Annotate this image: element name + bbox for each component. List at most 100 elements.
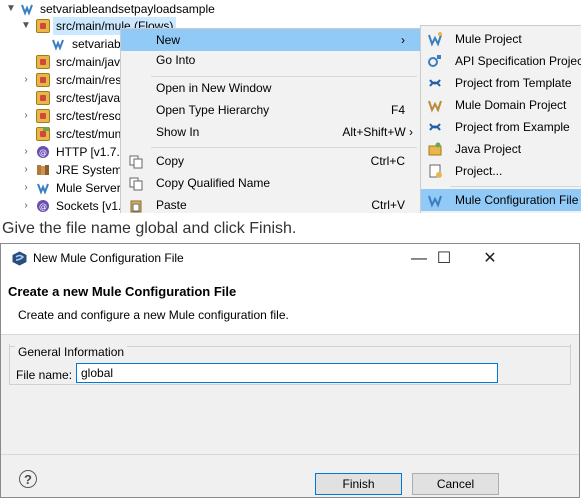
- submenu-arrow-icon: ›: [401, 33, 405, 47]
- group-legend: General Information: [18, 345, 125, 359]
- tree-collapsed-icon[interactable]: ›: [21, 179, 31, 197]
- paste-icon: [129, 198, 143, 213]
- close-button[interactable]: ✕: [467, 244, 513, 273]
- dialog-title: New Mule Configuration File: [33, 251, 184, 265]
- mule-config-icon: [427, 192, 443, 208]
- dialog-heading: Create a new Mule Configuration File: [8, 284, 237, 299]
- menu-item-open-in-new-window[interactable]: Open in New Window: [121, 77, 421, 99]
- submenu-item-mule-project[interactable]: Mule Project: [421, 28, 581, 50]
- submenu-item-mule-domain-project[interactable]: Mule Domain Project: [421, 94, 581, 116]
- menu-item-shortcut: F4: [390, 103, 405, 117]
- menu-item-label: Paste: [156, 198, 187, 212]
- connector-icon: @: [36, 199, 50, 213]
- submenu-item-label: Project...: [455, 164, 503, 178]
- tree-item-label: src/test/munit: [56, 127, 128, 141]
- dialog-banner: Create a new Mule Configuration File Cre…: [1, 273, 579, 335]
- submenu-item-label: API Specification Project: [455, 54, 581, 68]
- menu-item-copy[interactable]: Copy Ctrl+C: [121, 150, 421, 172]
- api-spec-icon: [427, 53, 443, 69]
- mule-domain-icon: [427, 97, 443, 113]
- menu-separator: [151, 147, 417, 148]
- menu-item-new[interactable]: New ›: [121, 29, 421, 51]
- group-border: [9, 346, 15, 347]
- menu-item-shortcut: Ctrl+C: [370, 154, 405, 168]
- submenu-item-project-from-example[interactable]: Project from Example: [421, 116, 581, 138]
- menu-item-label: Open in New Window: [156, 81, 272, 95]
- mule-file-icon: [51, 37, 65, 51]
- svg-text:@: @: [39, 202, 47, 211]
- source-folder-icon: [36, 91, 50, 105]
- mule-runtime-icon: [36, 181, 50, 195]
- maximize-button[interactable]: ☐: [421, 244, 467, 273]
- tree-collapsed-icon[interactable]: ›: [21, 143, 31, 161]
- tree-collapsed-icon[interactable]: ›: [21, 161, 31, 179]
- project-icon: [427, 163, 443, 179]
- menu-item-open-type-hierarchy[interactable]: Open Type Hierarchy F4: [121, 99, 421, 121]
- menu-item-label: Open Type Hierarchy: [156, 103, 270, 117]
- help-button[interactable]: ?: [19, 470, 37, 488]
- new-mule-config-dialog: New Mule Configuration File — ☐ ✕ Create…: [0, 243, 580, 498]
- library-icon: [36, 163, 50, 177]
- submenu-item-java-project[interactable]: Java Project: [421, 138, 581, 160]
- tree-item-label: setvariab: [72, 37, 121, 51]
- source-folder-icon: [36, 55, 50, 69]
- tree-item-label: Mule Server: [56, 181, 121, 195]
- submenu-item-label: Project from Example: [455, 120, 570, 134]
- copy-icon: [129, 154, 143, 169]
- menu-item-label: Show In: [156, 125, 200, 139]
- menu-item-shortcut: Ctrl+V: [371, 198, 405, 212]
- template-icon: [427, 75, 443, 91]
- menu-item-go-into[interactable]: Go Into: [121, 49, 421, 71]
- tree-collapsed-icon[interactable]: ›: [21, 197, 31, 213]
- menu-item-paste[interactable]: Paste Ctrl+V: [121, 194, 421, 213]
- cancel-button[interactable]: Cancel: [412, 473, 499, 495]
- file-name-input[interactable]: [76, 363, 498, 383]
- submenu-item-label: Project from Template: [455, 76, 572, 90]
- dialog-description: Create and configure a new Mule configur…: [18, 308, 289, 322]
- source-folder-icon: [36, 73, 50, 87]
- tree-expanded-icon[interactable]: ▼: [6, 0, 16, 18]
- source-folder-icon: [36, 127, 50, 141]
- tree-item-label: src/main/java: [56, 55, 127, 69]
- finish-button[interactable]: Finish: [315, 473, 402, 495]
- svg-text:@: @: [39, 148, 47, 157]
- dialog-titlebar[interactable]: New Mule Configuration File — ☐ ✕: [1, 244, 579, 273]
- context-menu: New › Go Into Open in New Window Open Ty…: [120, 28, 422, 213]
- example-icon: [427, 119, 443, 135]
- tree-item-label: src/test/java: [56, 91, 121, 105]
- source-folder-icon: [36, 109, 50, 123]
- studio-app-icon: [12, 251, 27, 266]
- menu-item-show-in[interactable]: Show In Alt+Shift+W ›: [121, 121, 421, 143]
- submenu-item-label: Mule Configuration File: [455, 193, 579, 207]
- menu-item-label: Copy: [156, 154, 185, 168]
- menu-item-copy-qualified-name[interactable]: Copy Qualified Name: [121, 172, 421, 194]
- submenu-item-project[interactable]: Project...: [421, 160, 581, 182]
- ide-screenshot: ▼ setvariableandsetpayloadsample ▼ src/m…: [0, 0, 581, 213]
- mule-project-icon: [427, 31, 443, 47]
- submenu-item-mule-configuration-file[interactable]: Mule Configuration File: [421, 189, 581, 211]
- menu-item-label: New: [156, 33, 181, 47]
- menu-item-label: Go Into: [156, 53, 196, 67]
- connector-icon: @: [36, 145, 50, 159]
- new-submenu: Mule Project API Specification Project P…: [420, 25, 581, 213]
- instruction-text: Give the file name global and click Fini…: [2, 220, 297, 237]
- tree-item-label: HTTP [v1.7.1]: [56, 145, 130, 159]
- mule-project-icon: [20, 2, 34, 16]
- menu-item-shortcut: Alt+Shift+W ›: [342, 125, 413, 139]
- menu-item-label: Copy Qualified Name: [156, 176, 271, 190]
- copy-qualified-icon: [129, 176, 143, 191]
- submenu-item-label: Mule Domain Project: [455, 98, 567, 112]
- tree-collapsed-icon[interactable]: ›: [21, 107, 31, 125]
- footer-divider: [1, 454, 579, 455]
- file-name-label: File name:: [16, 368, 73, 382]
- group-border: [127, 346, 570, 347]
- submenu-item-label: Java Project: [455, 142, 522, 156]
- tree-collapsed-icon[interactable]: ›: [21, 71, 31, 89]
- tree-expanded-icon[interactable]: ▼: [21, 17, 31, 35]
- java-project-icon: [427, 141, 443, 157]
- submenu-item-api-spec[interactable]: API Specification Project: [421, 50, 581, 72]
- source-folder-icon: [36, 19, 50, 33]
- submenu-item-label: Mule Project: [455, 32, 522, 46]
- submenu-item-project-from-template[interactable]: Project from Template: [421, 72, 581, 94]
- menu-separator: [451, 186, 581, 187]
